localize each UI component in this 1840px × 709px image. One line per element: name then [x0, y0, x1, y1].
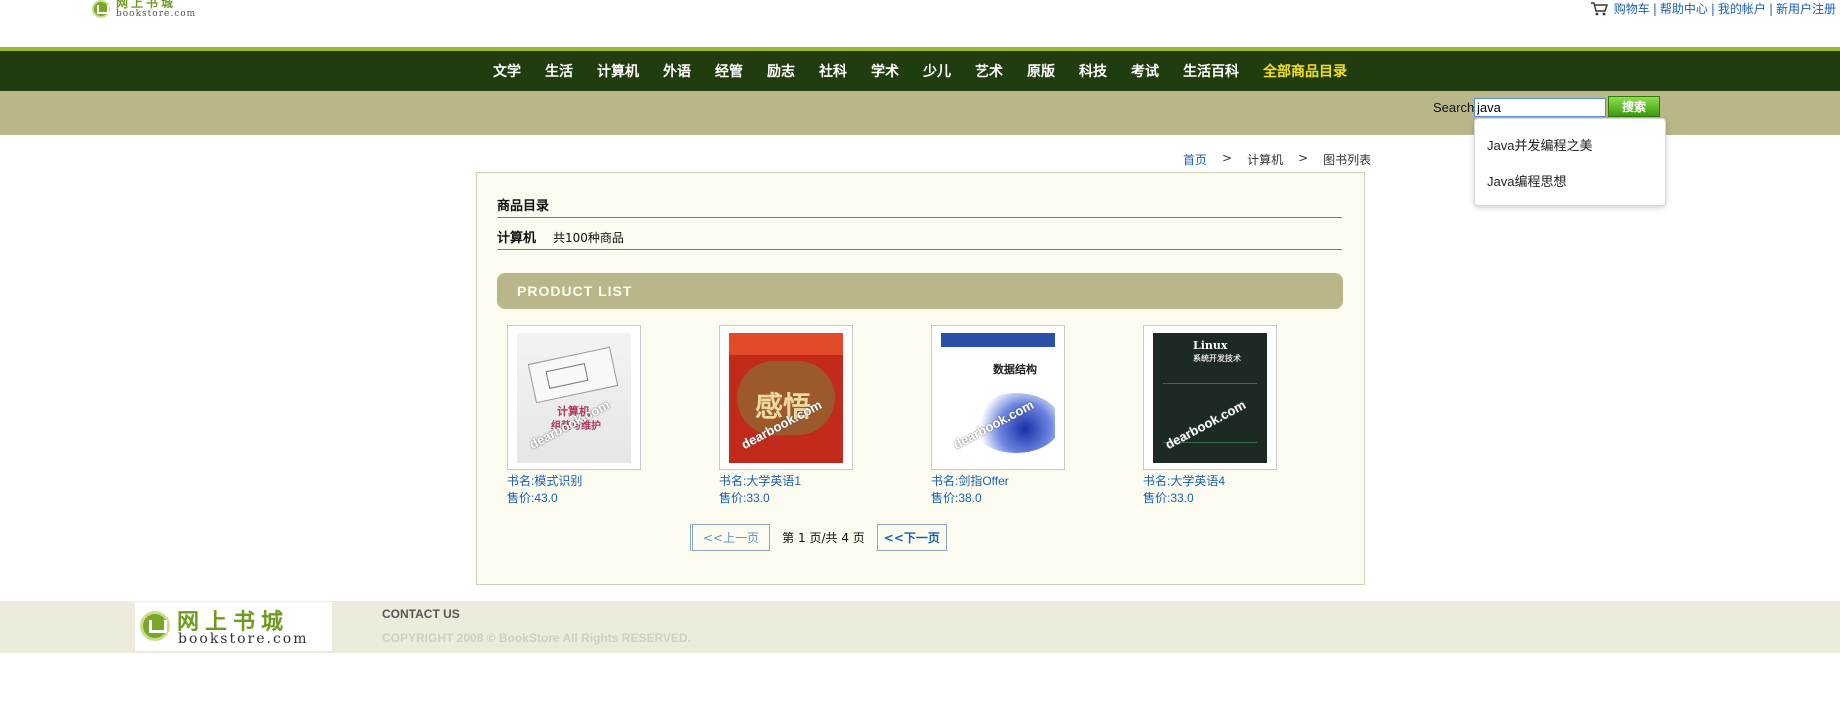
nav-item-inspiration[interactable]: 励志: [767, 61, 795, 81]
search-label: Search: [1433, 100, 1475, 115]
product-item: Linux 系统开发技术 dearbook.com 书名:大学英语4 售价:33…: [1143, 325, 1323, 506]
nav-item-life-encyclopedia[interactable]: 生活百科: [1183, 61, 1239, 81]
search-button[interactable]: 搜索: [1608, 96, 1660, 117]
book-cover-frame[interactable]: 数据结构 dearbook.com: [931, 325, 1065, 470]
prev-page-button[interactable]: <<上一页: [690, 524, 771, 551]
pagination: <<上一页 第 1 页/共 4 页 <<下一页: [690, 524, 947, 551]
footer-logo: 网上书城 bookstore.com: [135, 602, 332, 651]
my-account-link[interactable]: 我的帐户: [1718, 0, 1766, 17]
register-link[interactable]: 新用户注册: [1776, 0, 1836, 17]
nav-item-foreign-language[interactable]: 外语: [663, 61, 691, 81]
search-input[interactable]: [1474, 98, 1606, 117]
panel-title: 商品目录: [497, 199, 550, 214]
breadcrumb-separator: >: [1298, 151, 1309, 165]
nav-item-children[interactable]: 少儿: [923, 61, 951, 81]
copyright-text: COPYRIGHT 2008 © BookStore All Rights RE…: [382, 631, 691, 645]
breadcrumb-current: 图书列表: [1323, 153, 1372, 167]
nav-item-computer[interactable]: 计算机: [597, 61, 639, 81]
footer-logo-english: bookstore.com: [178, 631, 309, 647]
category-name: 计算机: [497, 231, 537, 246]
top-links: 购物车 | 帮助中心 | 我的帐户 | 新用户注册: [1590, 0, 1836, 17]
product-item: 感悟 dearbook.com 书名:大学英语1 售价:33.0: [719, 325, 899, 506]
book-cover-frame[interactable]: 计算机 组装与维护 dearbook.com: [507, 325, 641, 470]
nav-item-academic[interactable]: 学术: [871, 61, 899, 81]
logo-chinese-text: 网上书城: [116, 0, 177, 10]
book-cover-frame[interactable]: 感悟 dearbook.com: [719, 325, 853, 470]
divider: [497, 217, 1342, 218]
product-list-label: PRODUCT LIST: [517, 283, 633, 299]
book-price: 售价:38.0: [931, 491, 982, 505]
nav-item-literature[interactable]: 文学: [493, 61, 521, 81]
breadcrumb-separator: >: [1222, 151, 1233, 165]
book-price: 售价:33.0: [1143, 491, 1194, 505]
nav-item-all-categories[interactable]: 全部商品目录: [1263, 61, 1347, 81]
next-page-button[interactable]: <<下一页: [876, 524, 947, 551]
nav-item-original[interactable]: 原版: [1027, 61, 1055, 81]
breadcrumb-home[interactable]: 首页: [1183, 151, 1207, 168]
suggestion-item[interactable]: Java编程思想: [1487, 171, 1566, 190]
book-cover-image: Linux 系统开发技术 dearbook.com: [1153, 332, 1267, 463]
book-name-link[interactable]: 书名:模式识别: [507, 472, 687, 489]
nav-item-art[interactable]: 艺术: [975, 61, 1003, 81]
logo-english-text: bookstore.com: [116, 9, 197, 19]
page-info: 第 1 页/共 4 页: [782, 531, 865, 545]
help-center-link[interactable]: 帮助中心: [1660, 0, 1708, 17]
breadcrumb-category: 计算机: [1247, 153, 1284, 167]
product-item: 计算机 组装与维护 dearbook.com 书名:模式识别 售价:43.0: [507, 325, 687, 506]
nav-item-technology[interactable]: 科技: [1079, 61, 1107, 81]
book-price: 售价:33.0: [719, 491, 770, 505]
bookstore-logo-icon: [92, 0, 110, 18]
product-list-bar: PRODUCT LIST: [497, 273, 1343, 309]
cart-link[interactable]: 购物车: [1614, 0, 1650, 17]
contact-us-link[interactable]: CONTACT US: [382, 607, 460, 621]
divider: [497, 249, 1342, 250]
category-count: 共100种商品: [553, 231, 624, 245]
product-item: 数据结构 dearbook.com 书名:剑指Offer 售价:38.0: [931, 325, 1111, 506]
book-cover-image: 数据结构 dearbook.com: [941, 332, 1055, 463]
nav-item-life[interactable]: 生活: [545, 61, 573, 81]
book-name-link[interactable]: 书名:大学英语4: [1143, 472, 1323, 489]
nav-item-exam[interactable]: 考试: [1131, 61, 1159, 81]
header-logo[interactable]: 网上书城 bookstore.com: [92, 0, 202, 24]
book-cover-frame[interactable]: Linux 系统开发技术 dearbook.com: [1143, 325, 1277, 470]
nav-item-social-science[interactable]: 社科: [819, 61, 847, 81]
book-cover-image: 计算机 组装与维护 dearbook.com: [517, 332, 631, 463]
category-nav: 文学 生活 计算机 外语 经管 励志 社科 学术 少儿 艺术 原版 科技 考试 …: [0, 51, 1840, 91]
cart-icon[interactable]: [1590, 1, 1608, 16]
total-pages: 4: [841, 531, 849, 545]
book-name-link[interactable]: 书名:大学英语1: [719, 472, 899, 489]
breadcrumb: 首页 > 计算机 > 图书列表: [1183, 151, 1371, 168]
book-name-link[interactable]: 书名:剑指Offer: [931, 472, 1111, 489]
book-cover-image: 感悟 dearbook.com: [729, 332, 843, 463]
suggestion-item[interactable]: Java并发编程之美: [1487, 135, 1592, 154]
book-price: 售价:43.0: [507, 491, 558, 505]
product-panel: 商品目录 计算机 共100种商品 PRODUCT LIST 计算机 组装与维护 …: [476, 172, 1365, 585]
nav-item-management[interactable]: 经管: [715, 61, 743, 81]
bookstore-logo-icon: [140, 611, 170, 641]
current-page: 1: [797, 531, 806, 545]
search-suggestions: Java并发编程之美 Java编程思想: [1474, 118, 1666, 206]
